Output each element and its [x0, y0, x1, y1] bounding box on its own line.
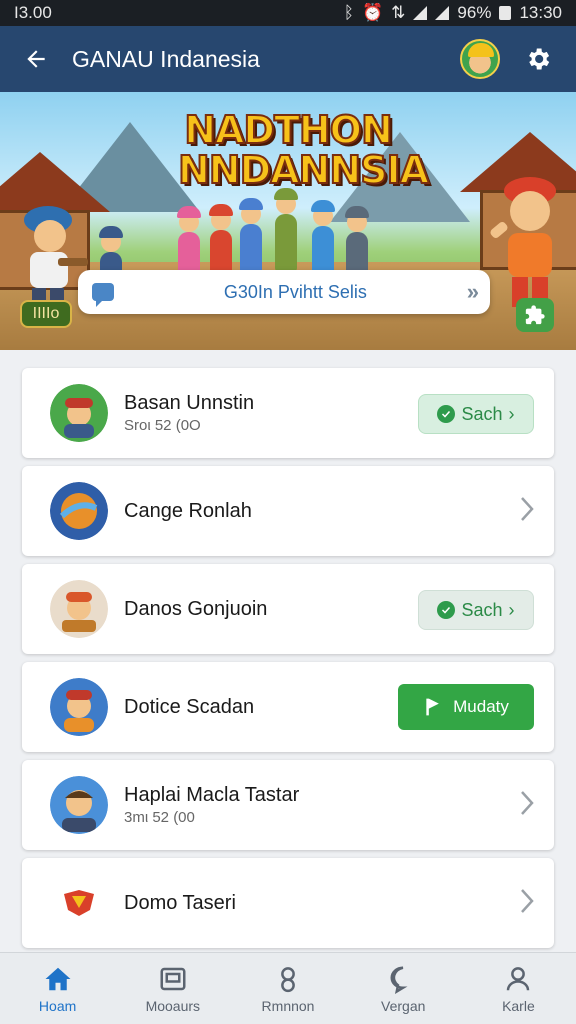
chevron-right-icon[interactable] — [520, 790, 534, 816]
nav-item-home[interactable]: Hoam — [0, 953, 115, 1024]
search-button[interactable]: Sach › — [418, 590, 534, 630]
status-bar: Ι3.00 ᛒ ⏰ ⇅ 96% 13:30 — [0, 0, 576, 26]
list-item[interactable]: Dotice Scadan Mudaty — [22, 662, 554, 752]
nav-item-board[interactable]: Mooaurs — [115, 953, 230, 1024]
signal-icon — [435, 6, 450, 20]
home-icon — [45, 967, 71, 990]
battery-percent: 96% — [457, 3, 492, 22]
character-right — [490, 177, 556, 307]
puzzle-icon — [525, 305, 545, 325]
chevron-right-icon[interactable] — [520, 888, 534, 914]
nav-item-chat[interactable]: Vergan — [346, 953, 461, 1024]
modify-button[interactable]: Mudaty — [398, 684, 534, 730]
list-item[interactable]: Danos Gonjuoin Sach › — [22, 564, 554, 654]
double-chevron-right-icon: » — [466, 279, 479, 304]
list-item[interactable]: Cange Ronlah — [22, 466, 554, 556]
game-avatar — [50, 874, 108, 932]
chevron-right-icon: › — [508, 599, 515, 620]
hero-search-text: G30In Pvihtt Selis — [223, 281, 367, 302]
game-avatar — [50, 776, 108, 834]
signal-icon — [413, 6, 428, 20]
status-time-left: Ι3.00 — [14, 3, 52, 22]
gear-icon — [529, 48, 550, 70]
game-avatar — [50, 580, 108, 638]
nav-item-profile[interactable]: Karle — [461, 953, 576, 1024]
search-button[interactable]: Sach › — [418, 394, 534, 434]
app-bar: GANAU Indanesia — [0, 26, 576, 92]
item-title: Domo Taseri — [124, 891, 236, 914]
check-circle-icon — [437, 405, 456, 423]
status-time-right: 13:30 — [519, 3, 562, 22]
settings-button[interactable] — [520, 41, 556, 77]
chat-icon — [92, 283, 114, 307]
item-title: Cange Ronlah — [124, 499, 252, 522]
flag-icon — [426, 698, 439, 716]
alarm-icon: ⏰ — [362, 3, 384, 22]
hero-banner[interactable]: NADTHON NNDANNSIA G30In Pvihtt Selis » Ι… — [0, 92, 576, 350]
status-icons: ᛒ ⏰ ⇅ 96% 13:30 — [344, 3, 562, 23]
game-avatar — [50, 482, 108, 540]
hero-action-button[interactable] — [516, 298, 554, 332]
bluetooth-icon: ᛒ — [343, 3, 354, 22]
network-icon: ⇅ — [391, 3, 406, 22]
game-avatar — [50, 678, 108, 736]
profile-icon — [507, 966, 530, 990]
page-title: GANAU Indanesia — [72, 45, 260, 72]
item-title: Danos Gonjuoin — [124, 597, 268, 620]
person-icon — [281, 966, 295, 992]
item-title: Haplai Macla Tastar — [124, 784, 300, 806]
hero-badge[interactable]: ΙΙΙΙο — [20, 300, 72, 328]
list-item[interactable]: Basan Unnstin Sroι 52 (0O Sach › — [22, 368, 554, 458]
avatar[interactable] — [460, 39, 500, 79]
arrow-left-icon — [27, 50, 45, 68]
list-item[interactable]: Domo Taseri — [22, 858, 554, 948]
check-circle-icon — [437, 601, 456, 619]
battery-icon — [499, 6, 512, 20]
chat-icon — [390, 966, 408, 994]
game-list: Basan Unnstin Sroι 52 (0O Sach › Cange R… — [22, 368, 554, 956]
chevron-right-icon: › — [508, 403, 515, 424]
character — [274, 188, 298, 272]
item-subtitle: 3mι 52 (00 — [124, 809, 195, 826]
item-title: Dotice Scadan — [124, 695, 255, 718]
game-avatar — [50, 384, 108, 442]
item-subtitle: Sroι 52 (0O — [124, 417, 201, 434]
back-button[interactable] — [0, 26, 72, 92]
item-title: Basan Unnstin — [124, 392, 255, 414]
list-item[interactable]: Haplai Macla Tastar 3mι 52 (00 — [22, 760, 554, 850]
board-icon — [160, 967, 186, 990]
chevron-right-icon[interactable] — [520, 496, 534, 522]
hero-search-pill[interactable]: G30In Pvihtt Selis » — [78, 270, 490, 314]
bottom-nav: Hoam Mooaurs Rmnnon Vergan Karle — [0, 952, 576, 1024]
nav-item-person[interactable]: Rmnnon — [230, 953, 345, 1024]
hero-title: NADTHON NNDANNSIA — [177, 108, 430, 192]
